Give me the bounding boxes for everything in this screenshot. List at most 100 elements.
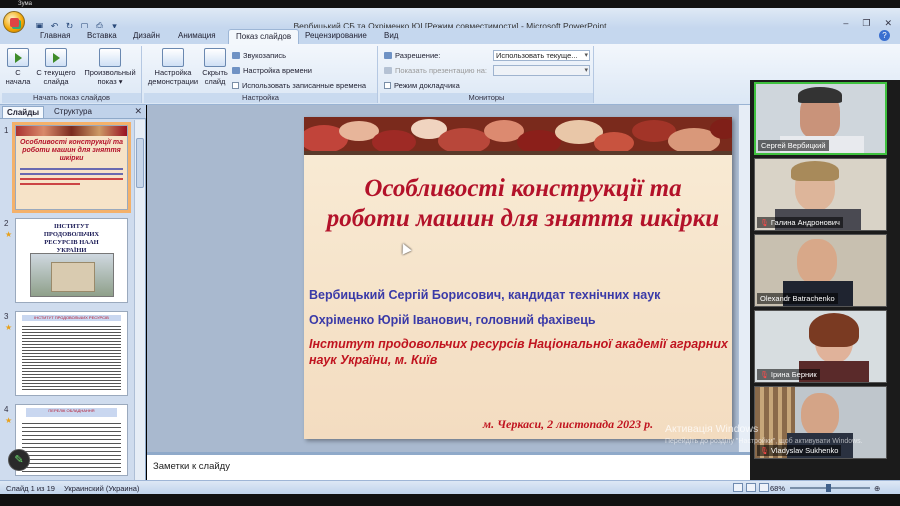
animation-star-icon: ★	[5, 230, 13, 239]
zoom-slider[interactable]	[790, 484, 870, 492]
slideshow-view-icon[interactable]	[759, 483, 769, 492]
thumb-number: 3	[4, 312, 9, 321]
status-language[interactable]: Украинский (Украина)	[64, 484, 139, 493]
show-on-select[interactable]	[493, 65, 590, 76]
scroll-thumb[interactable]	[136, 138, 144, 188]
play-current-icon	[45, 48, 67, 67]
office-button[interactable]	[3, 11, 25, 33]
building-shape	[51, 262, 95, 292]
thumb-number: 2	[4, 219, 9, 228]
ribbon-group-monitors: Разрешение: Использовать текуще... Показ…	[380, 46, 594, 103]
sorter-view-icon[interactable]	[746, 483, 756, 492]
group-label-setup: Настройка	[144, 93, 377, 103]
group-label-start: Начать показ слайдов	[2, 93, 141, 103]
hide-slide-button[interactable]: Скрыть слайд	[200, 48, 230, 86]
thumb-number: 4	[4, 405, 9, 414]
status-bar: Слайд 1 из 19 Украинский (Украина) 68% ⊕	[0, 480, 900, 494]
participant-tile-2[interactable]: 🎙 Галина Андронович	[754, 158, 887, 231]
tab-slideshow[interactable]: Показ слайдов	[228, 29, 300, 44]
resolution-label-row: Разрешение:	[384, 51, 440, 60]
view-buttons	[733, 483, 769, 492]
tab-insert[interactable]: Вставка	[87, 31, 117, 40]
from-start-label: С начала	[5, 68, 31, 86]
rehearse-timings-button[interactable]: Настройка времени	[232, 66, 312, 75]
zoom-in-icon[interactable]: ⊕	[874, 484, 880, 493]
tab-view[interactable]: Вид	[384, 31, 398, 40]
mic-muted-icon: 🎙	[760, 371, 769, 379]
status-zoom-level[interactable]: 68%	[770, 484, 785, 493]
participant-name-3: Olexandr Batrachenko	[757, 293, 838, 304]
animation-star-icon: ★	[5, 323, 13, 332]
close-pane-icon[interactable]: ✕	[134, 106, 142, 117]
normal-view-icon[interactable]	[733, 483, 743, 492]
slide-title: Особливості конструкції та роботи машин …	[326, 175, 720, 232]
custom-show-button[interactable]: Произвольный показ ▾	[81, 48, 139, 86]
notes-placeholder: Заметки к слайду	[153, 461, 230, 472]
participant-name-text: Сергей Вербицкий	[761, 141, 826, 150]
participant-name-text: Ірина Берник	[770, 370, 817, 379]
resolution-select[interactable]: Использовать текуще...	[493, 50, 590, 61]
use-timings-checkbox[interactable]: Использовать записанные времена	[232, 81, 366, 90]
zoom-window-label: Зума	[18, 1, 33, 7]
from-current-button[interactable]: С текущего слайда	[35, 48, 77, 86]
participant-tile-5[interactable]: 🎙 Vladyslav Sukhenko	[754, 386, 887, 459]
ribbon-group-setup: Настройка демонстрации Скрыть слайд Звук…	[144, 46, 378, 103]
hide-slide-label: Скрыть слайд	[202, 68, 228, 86]
hide-slide-icon	[204, 48, 226, 67]
thumb-text-line	[20, 178, 123, 180]
mic-muted-icon: 🎙	[760, 219, 769, 227]
record-narration-button[interactable]: Звукозапись	[232, 51, 286, 60]
slide-thumb-image: ПЕРЕЛІК ОБЛАДНАННЯ	[15, 404, 128, 476]
thumb-title: ПЕРЕЛІК ОБЛАДНАННЯ	[26, 408, 117, 417]
resolution-label: Разрешение:	[395, 51, 441, 60]
zoom-participants-panel: Сергей Вербицкий 🎙 Галина Андронович Olex…	[750, 80, 900, 480]
canvas-scrollbar[interactable]	[738, 105, 750, 452]
animation-star-icon: ★	[5, 416, 13, 425]
tab-outline[interactable]: Структура	[54, 107, 92, 116]
status-slide-counter: Слайд 1 из 19	[6, 484, 55, 493]
participant-tile-1[interactable]: Сергей Вербицкий	[754, 82, 887, 155]
tab-animation[interactable]: Анимация	[178, 31, 216, 40]
thumb-dense-text	[22, 324, 121, 392]
participant-tile-4[interactable]: 🎙 Ірина Берник	[754, 310, 887, 383]
tab-review[interactable]: Рецензирование	[305, 31, 367, 40]
setup-show-button[interactable]: Настройка демонстрации	[146, 48, 200, 86]
tab-home[interactable]: Главная	[40, 31, 70, 40]
zoom-chat-icon[interactable]: ✎	[8, 449, 30, 471]
thumb-title: ІНСТИТУТ ПРОДОВОЛЬЧИХ РЕСУРСІВ	[22, 315, 121, 321]
participant-tile-3[interactable]: Olexandr Batrachenko	[754, 234, 887, 307]
presenter-view-label: Режим докладчика	[394, 81, 460, 90]
participant-hair	[809, 313, 859, 347]
current-slide[interactable]: Особливості конструкції та роботи машин …	[304, 117, 732, 439]
slides-pane-scrollbar[interactable]	[134, 120, 145, 480]
checkbox	[232, 82, 239, 89]
slide-author-2: Охріменко Юрій Іванович, головний фахіве…	[309, 313, 596, 327]
tab-slides[interactable]: Слайды	[2, 106, 45, 118]
play-icon	[7, 48, 29, 67]
setup-icon	[162, 48, 184, 67]
participant-name-text: Olexandr Batrachenko	[760, 294, 835, 303]
notes-pane[interactable]: Заметки к слайду	[147, 452, 750, 480]
zoom-slider-knob[interactable]	[826, 484, 831, 492]
from-start-button[interactable]: С начала	[4, 48, 32, 86]
tab-design[interactable]: Дизайн	[133, 31, 160, 40]
help-icon[interactable]: ?	[879, 30, 890, 41]
windows-activation-text: Перейдіть до розділу "Настройки", щоб ак…	[665, 438, 863, 445]
mic-muted-icon: 🎙	[760, 447, 769, 455]
setup-label: Настройка демонстрации	[147, 68, 199, 86]
participant-name-2: 🎙 Галина Андронович	[757, 217, 843, 228]
participant-hair	[791, 161, 839, 181]
slide-institute: Інститут продовольчих ресурсів Національ…	[309, 337, 728, 367]
participant-face	[797, 239, 837, 285]
slide-thumb-image: ІНСТИТУТ ПРОДОВОЛЬЧИХ РЕСУРСІВ НААН УКРА…	[15, 218, 128, 303]
group-label-monitors: Мониторы	[380, 93, 593, 103]
participant-name-text: Галина Андронович	[770, 218, 840, 227]
meat-banner	[16, 126, 127, 136]
clock-icon	[232, 67, 240, 74]
slide-canvas: Особливості конструкції та роботи машин …	[147, 105, 750, 452]
record-label: Звукозапись	[243, 51, 287, 60]
ribbon-group-start-show: С начала С текущего слайда Произвольный …	[2, 46, 142, 103]
presenter-view-checkbox[interactable]: Режим докладчика	[384, 81, 460, 90]
slide-author-1: Вербицький Сергій Борисович, кандидат те…	[309, 288, 661, 302]
slide-thumb-image: ІНСТИТУТ ПРОДОВОЛЬЧИХ РЕСУРСІВ	[15, 311, 128, 396]
